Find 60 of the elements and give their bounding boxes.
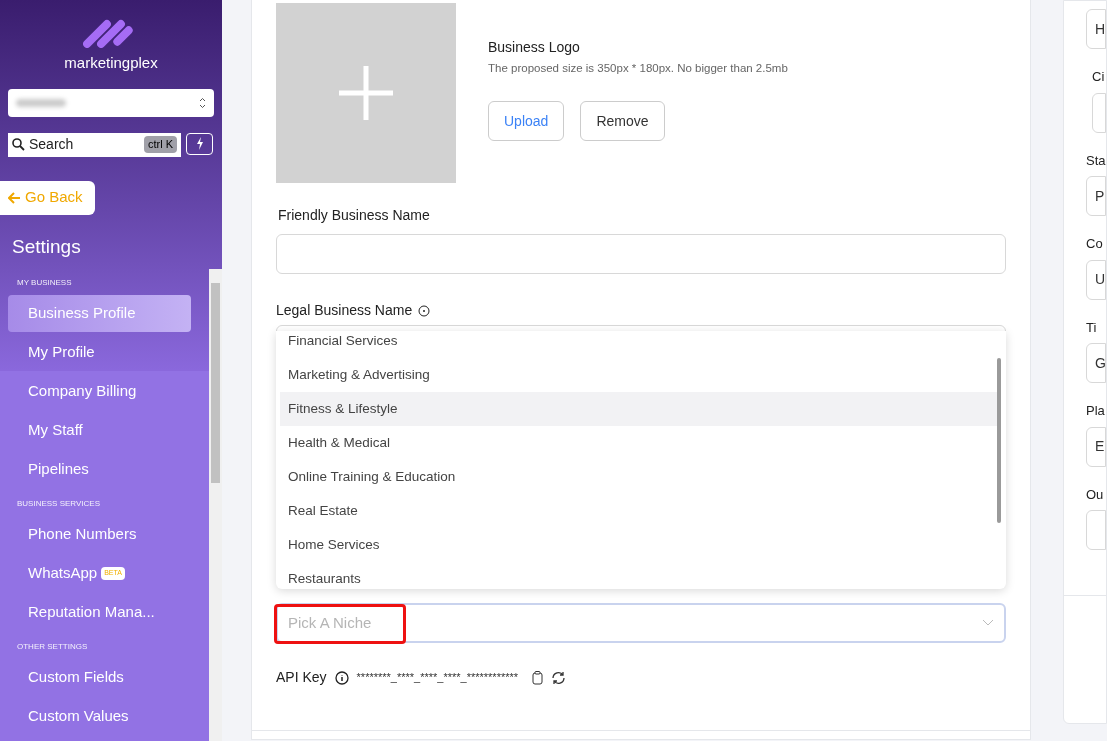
upload-button[interactable]: Upload	[488, 101, 565, 142]
api-key-value: ********_****_****_****_************	[356, 670, 519, 686]
field-label: Ou	[1086, 485, 1105, 504]
field-label: Ci	[1092, 68, 1106, 86]
field-label: Sta	[1086, 151, 1106, 170]
refresh-icon[interactable]	[551, 670, 567, 685]
api-key-label: API Key	[276, 668, 327, 687]
sidebar-item[interactable]: My Profile	[8, 334, 191, 371]
input-field[interactable]	[1092, 92, 1106, 133]
remove-button[interactable]: Remove	[580, 101, 665, 142]
info-icon	[334, 670, 349, 685]
sidebar-item[interactable]: Phone Numbers	[8, 516, 191, 553]
sidebar-item[interactable]: Company Billing	[8, 373, 191, 410]
section-heading: OTHER SETTINGS	[17, 641, 89, 653]
field-label: Friendly Business Name	[278, 206, 431, 225]
search-box[interactable]: Search ctrl K	[8, 132, 181, 157]
input-field[interactable]	[1086, 510, 1106, 550]
sidebar-item[interactable]: Custom Fields	[8, 659, 191, 696]
account-select[interactable]	[8, 88, 214, 117]
search-icon	[12, 138, 25, 151]
dropdown-option[interactable]: Home Services	[280, 528, 997, 562]
dropdown-option[interactable]: Fitness & Lifestyle	[280, 392, 997, 426]
field-label: Co	[1086, 235, 1104, 253]
chevron-down-icon	[982, 619, 994, 627]
input-field[interactable]: U	[1086, 259, 1106, 300]
quick-action-button[interactable]	[186, 132, 213, 155]
section-heading: BUSINESS SERVICES	[17, 498, 101, 510]
field-label: Ti	[1086, 318, 1098, 337]
logo-title: Business Logo	[488, 38, 581, 57]
input-field[interactable]: H	[1086, 9, 1106, 49]
updown-icon	[199, 96, 206, 109]
plus-icon	[339, 66, 393, 120]
input-field[interactable]: P	[1086, 176, 1106, 216]
select-placeholder: Pick A Niche	[288, 612, 372, 633]
shortcut-badge: ctrl K	[143, 136, 177, 153]
dropdown-option[interactable]: Health & Medical	[280, 426, 997, 460]
section-heading: MY BUSINESS	[17, 277, 73, 289]
dropdown-option[interactable]: Financial Services	[280, 331, 997, 358]
field-label: Legal Business Name	[276, 301, 413, 320]
arrow-left-icon	[8, 191, 21, 204]
input-field[interactable]: G	[1086, 343, 1106, 383]
dropdown-option[interactable]: Restaurants	[280, 562, 997, 589]
blurred-account-name	[16, 98, 66, 107]
logo-hint: The proposed size is 350px * 180px. No bigger than 2.5mb	[488, 61, 788, 76]
search-input[interactable]: Search	[29, 134, 140, 155]
clipboard-icon[interactable]	[532, 670, 544, 685]
settings-title: Settings	[12, 234, 82, 259]
sidebar-item[interactable]: My Staff	[8, 412, 191, 449]
dropdown-option[interactable]: Marketing & Advertising	[280, 358, 997, 392]
info-icon	[418, 304, 431, 317]
sidebar-item[interactable]: Pipelines	[8, 451, 191, 488]
dropdown-option[interactable]: Online Training & Education	[280, 460, 997, 494]
sidebar-item[interactable]: Custom Values	[8, 698, 191, 735]
sidebar-item[interactable]: Reputation Mana...	[8, 594, 191, 631]
input-field[interactable]	[276, 234, 1006, 274]
field-label: Pla	[1086, 402, 1106, 420]
brand-name: marketingplex	[64, 53, 158, 73]
input-field[interactable]: E	[1086, 426, 1106, 467]
dropdown-option[interactable]: Real Estate	[280, 494, 997, 528]
lightning-icon	[195, 137, 204, 150]
